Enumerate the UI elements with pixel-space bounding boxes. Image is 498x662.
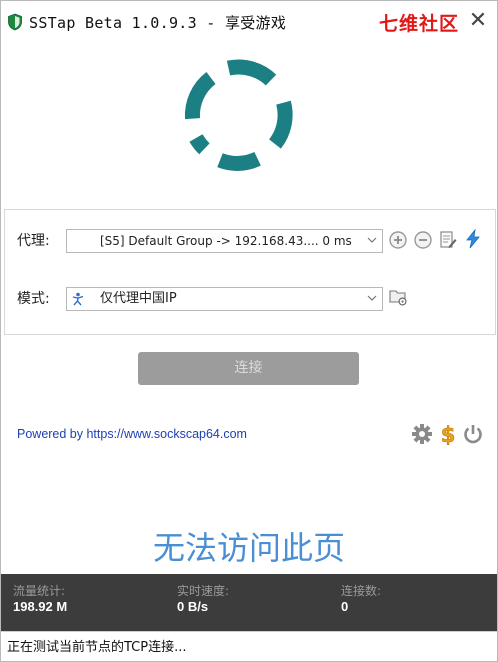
stats-bar: 流量统计: 198.92 M 实时速度: 0 B/s 连接数: 0 (1, 574, 497, 631)
mode-select-value: 仅代理中国IP (100, 291, 177, 306)
remove-proxy-icon[interactable] (413, 230, 433, 250)
shield-logo-icon (8, 13, 22, 31)
chevron-down-icon (367, 237, 377, 243)
power-icon[interactable] (462, 423, 484, 445)
person-run-icon (72, 292, 84, 306)
traffic-value: 198.92 M (13, 599, 68, 614)
dollar-icon[interactable]: $ (437, 423, 459, 445)
title-bar[interactable]: SSTap Beta 1.0.9.3 - 享受游戏 七维社区 ✕ (1, 1, 497, 43)
connect-button[interactable]: 连接 (138, 352, 359, 385)
powered-by-prefix: Powered by (17, 427, 87, 441)
speed-value: 0 B/s (177, 599, 209, 614)
window-title: SSTap Beta 1.0.9.3 - 享受游戏 (29, 14, 287, 32)
proxy-select-value: [S5] Default Group -> 192.168.43.... 0 m… (100, 234, 352, 248)
status-bar: 正在测试当前节点的TCP连接... (1, 631, 497, 661)
svg-text:$: $ (441, 423, 456, 445)
add-proxy-icon[interactable] (388, 230, 408, 250)
app-window: SSTap Beta 1.0.9.3 - 享受游戏 七维社区 ✕ 代理: [S5… (0, 0, 498, 662)
speed-label: 实时速度: (177, 584, 230, 598)
settings-panel: 代理: [S5] Default Group -> 192.168.43....… (4, 209, 496, 335)
mode-select[interactable]: 仅代理中国IP (66, 287, 383, 311)
website-link[interactable]: https://www.sockscap64.com (86, 427, 246, 441)
proxy-select[interactable]: [S5] Default Group -> 192.168.43.... 0 m… (66, 229, 383, 253)
page-unavailable-message: 无法访问此页 (152, 529, 345, 567)
status-text: 正在测试当前节点的TCP连接... (7, 640, 187, 655)
connections-value: 0 (341, 599, 349, 614)
folder-settings-icon[interactable] (388, 287, 408, 307)
powered-by-text: Powered by https://www.sockscap64.com (17, 427, 247, 441)
traffic-label: 流量统计: (13, 584, 66, 598)
chevron-down-icon (367, 295, 377, 301)
proxy-label: 代理: (17, 233, 50, 249)
close-button[interactable]: ✕ (463, 7, 493, 35)
mode-label: 模式: (17, 291, 50, 307)
loading-spinner-icon (184, 59, 293, 171)
edit-proxy-icon[interactable] (438, 230, 458, 250)
gear-icon[interactable] (411, 423, 433, 445)
lightning-icon[interactable] (463, 229, 483, 249)
connections-label: 连接数: (341, 584, 382, 598)
watermark-logo: 七维社区 (379, 13, 460, 35)
